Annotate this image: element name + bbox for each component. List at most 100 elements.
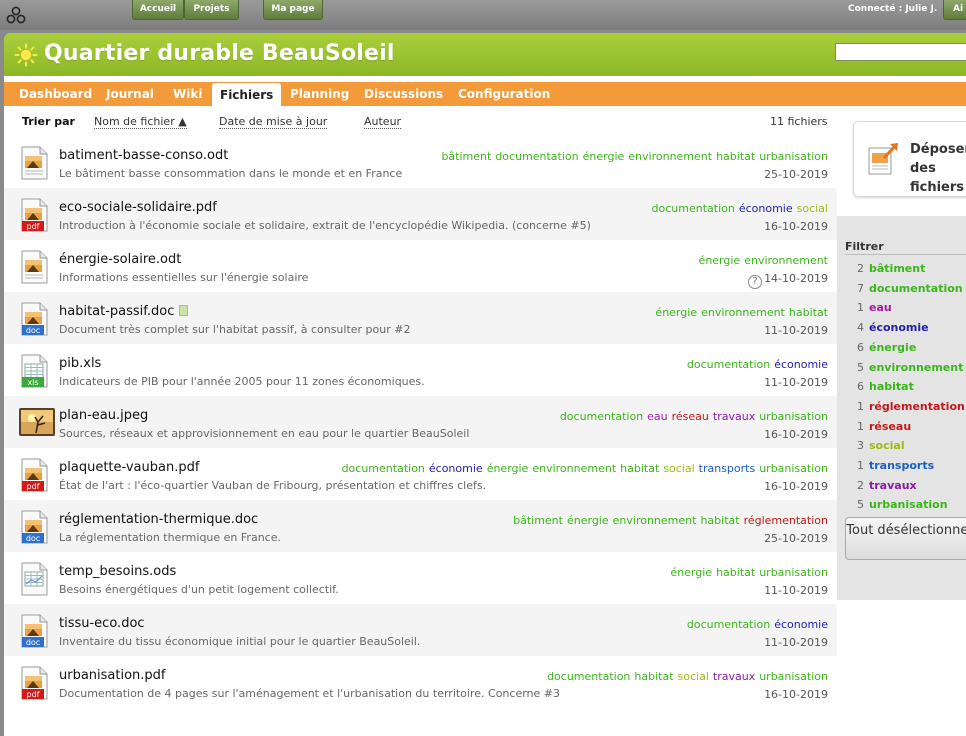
filter-item[interactable]: 5 urbanisation [857, 498, 948, 511]
upload-files-button[interactable]: Déposer des fichiers [853, 121, 966, 197]
tag-link[interactable]: documentation [687, 618, 770, 631]
tag-link[interactable]: documentation [495, 150, 578, 163]
file-row[interactable]: temp_besoins.ods Besoins énergétiques d'u… [4, 552, 837, 604]
filter-label[interactable]: transports [869, 459, 934, 472]
filter-label[interactable]: eau [869, 301, 892, 314]
tab-discussions[interactable]: Discussions [364, 82, 443, 106]
filter-label[interactable]: réglementation [869, 400, 965, 413]
deselect-all-button[interactable]: Tout désélectionner [845, 517, 966, 560]
tab-configuration[interactable]: Configuration [458, 82, 550, 106]
my-page-button[interactable]: Ma page [263, 0, 323, 20]
tag-link[interactable]: économie [429, 462, 483, 475]
tag-link[interactable]: énergie [670, 566, 712, 579]
tag-link[interactable]: eau [647, 410, 667, 423]
tag-link[interactable]: urbanisation [759, 410, 828, 423]
tag-link[interactable]: économie [774, 618, 828, 631]
sort-by-author[interactable]: Auteur [364, 115, 402, 129]
tab-planning[interactable]: Planning [290, 82, 349, 106]
tag-link[interactable]: environnement [744, 254, 828, 267]
filter-item[interactable]: 4 économie [857, 321, 929, 334]
filter-item[interactable]: 2 bâtiment [857, 262, 925, 275]
tag-link[interactable]: urbanisation [759, 462, 828, 475]
tag-link[interactable]: bâtiment [513, 514, 563, 527]
tag-link[interactable]: bâtiment [441, 150, 491, 163]
tag-link[interactable]: travaux [713, 670, 755, 683]
pdf-document-icon[interactable]: pdf [18, 198, 50, 232]
file-row[interactable]: doc habitat-passif.doc Document très compl… [4, 292, 837, 344]
filter-item[interactable]: 7 documentation [857, 282, 963, 295]
tag-link[interactable]: documentation [342, 462, 425, 475]
tag-link[interactable]: social [678, 670, 709, 683]
tag-link[interactable]: urbanisation [759, 670, 828, 683]
filter-label[interactable]: bâtiment [869, 262, 925, 275]
file-row[interactable]: batiment-basse-conso.odt Le bâtiment bass… [4, 136, 837, 188]
odt-document-icon[interactable] [18, 146, 50, 180]
tag-link[interactable]: environnement [701, 306, 785, 319]
filter-label[interactable]: urbanisation [869, 498, 948, 511]
tag-link[interactable]: énergie [655, 306, 697, 319]
tag-link[interactable]: environnement [532, 462, 616, 475]
filter-label[interactable]: habitat [869, 380, 914, 393]
file-name[interactable]: urbanisation.pdf [59, 668, 166, 683]
help-icon[interactable]: ? [748, 275, 763, 289]
tag-link[interactable]: habitat [789, 306, 828, 319]
tag-link[interactable]: transports [699, 462, 756, 475]
tag-link[interactable]: travaux [713, 410, 755, 423]
tag-link[interactable]: économie [774, 358, 828, 371]
filter-item[interactable]: 6 énergie [857, 341, 916, 354]
tag-link[interactable]: documentation [652, 202, 735, 215]
filter-item[interactable]: 5 environnement [857, 361, 963, 374]
file-name[interactable]: temp_besoins.ods [59, 564, 176, 579]
filter-item[interactable]: 3 social [857, 439, 905, 452]
tag-link[interactable]: documentation [547, 670, 630, 683]
file-name[interactable]: batiment-basse-conso.odt [59, 148, 228, 163]
tag-link[interactable]: habitat [700, 514, 739, 527]
home-button[interactable]: Accueil [132, 0, 184, 20]
tag-link[interactable]: urbanisation [759, 566, 828, 579]
projects-button[interactable]: Projets [184, 0, 239, 20]
file-row[interactable]: xls pib.xls Indicateurs de PIB pour l'anné… [4, 344, 837, 396]
filter-item[interactable]: 1 réseau [857, 420, 911, 433]
file-row[interactable]: pdf plaquette-vauban.pdf État de l'art : l… [4, 448, 837, 500]
tag-link[interactable]: environnement [628, 150, 712, 163]
filter-item[interactable]: 1 transports [857, 459, 934, 472]
file-name[interactable]: plaquette-vauban.pdf [59, 460, 199, 475]
filter-item[interactable]: 1 réglementation [857, 400, 965, 413]
pdf-document-icon[interactable]: pdf [18, 458, 50, 492]
xls-spreadsheet-icon[interactable]: xls [18, 354, 50, 388]
filter-item[interactable]: 2 travaux [857, 479, 917, 492]
tab-wiki[interactable]: Wiki [173, 82, 202, 106]
tag-link[interactable]: économie [739, 202, 793, 215]
pdf-document-icon[interactable]: pdf [18, 666, 50, 700]
tag-link[interactable]: énergie [567, 514, 609, 527]
ods-spreadsheet-icon[interactable] [18, 562, 50, 596]
doc-document-icon[interactable]: doc [18, 302, 50, 336]
tag-link[interactable]: documentation [687, 358, 770, 371]
filter-label[interactable]: économie [869, 321, 929, 334]
tag-link[interactable]: social [797, 202, 828, 215]
triskel-logo-icon[interactable] [5, 5, 27, 25]
tag-link[interactable]: habitat [620, 462, 659, 475]
filter-label[interactable]: travaux [869, 479, 917, 492]
file-row[interactable]: pdf eco-sociale-solidaire.pdf Introduction… [4, 188, 837, 240]
filter-item[interactable]: 1 eau [857, 301, 892, 314]
filter-label[interactable]: social [869, 439, 905, 452]
file-row[interactable]: doc tissu-eco.doc Inventaire du tissu écon… [4, 604, 837, 656]
tag-link[interactable]: énergie [699, 254, 741, 267]
tab-dashboard[interactable]: Dashboard [19, 82, 92, 106]
tag-link[interactable]: habitat [716, 150, 755, 163]
filter-item[interactable]: 6 habitat [857, 380, 914, 393]
image-thumbnail-icon[interactable] [18, 406, 55, 440]
help-button[interactable]: Ai [943, 0, 966, 20]
tag-link[interactable]: environnement [613, 514, 697, 527]
doc-document-icon[interactable]: doc [18, 614, 50, 648]
doc-document-icon[interactable]: doc [18, 510, 50, 544]
filter-label[interactable]: énergie [869, 341, 916, 354]
file-name[interactable]: énergie-solaire.odt [59, 252, 181, 267]
sort-by-date[interactable]: Date de mise à jour [219, 115, 328, 129]
tag-link[interactable]: énergie [487, 462, 529, 475]
file-row[interactable]: pdf urbanisation.pdf Documentation de 4 pa… [4, 656, 837, 708]
filter-label[interactable]: environnement [869, 361, 963, 374]
file-row[interactable]: énergie-solaire.odt Informations essentie… [4, 240, 837, 292]
file-name[interactable]: eco-sociale-solidaire.pdf [59, 200, 217, 215]
